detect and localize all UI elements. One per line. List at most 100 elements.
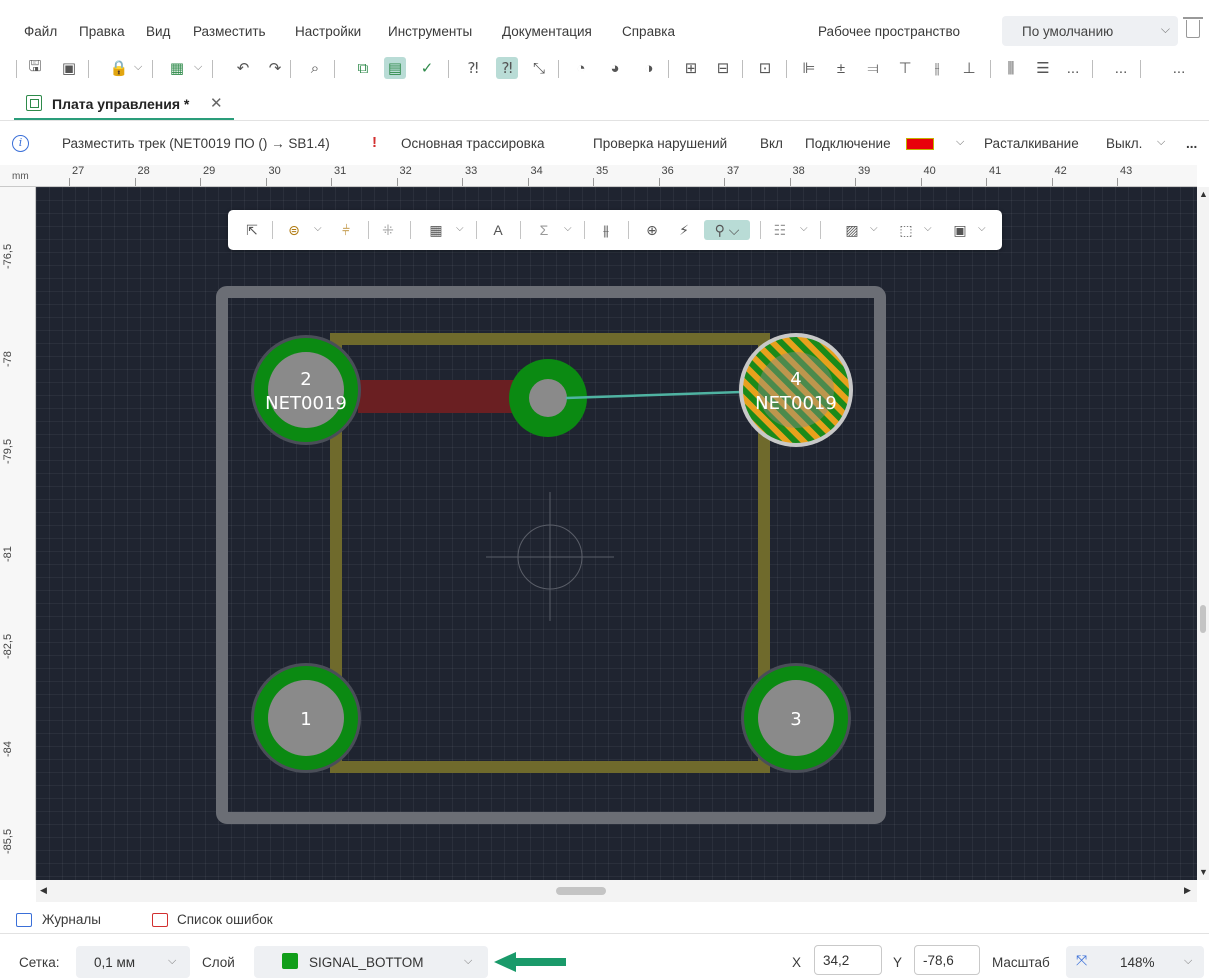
menu-tools[interactable]: Инструменты xyxy=(388,24,472,39)
connection-color-swatch[interactable] xyxy=(906,138,934,150)
shape2-icon[interactable]: ◕ xyxy=(604,57,626,79)
more-icon[interactable]: ... xyxy=(1062,57,1084,79)
fanout-icon[interactable]: ⚡ xyxy=(674,220,694,240)
routing-mode[interactable]: Основная трассировка xyxy=(401,136,545,151)
board-view-icon[interactable]: ▤ xyxy=(384,57,406,79)
ruler-unit: mm xyxy=(12,171,29,182)
component2-icon[interactable]: ⊟ xyxy=(712,57,734,79)
distribute-icon[interactable]: ⫼ xyxy=(1000,57,1022,79)
region-icon[interactable]: ⬚ xyxy=(896,220,916,240)
chevron-down-icon[interactable]: ⌵ xyxy=(456,223,464,234)
scroll-thumb[interactable] xyxy=(556,887,606,895)
board-outline-icon[interactable]: ▣ xyxy=(950,220,970,240)
align-bottom-icon[interactable]: ⊥ xyxy=(958,57,980,79)
component-icon[interactable]: ⊞ xyxy=(680,57,702,79)
tab-control-board[interactable]: Плата управления * ✕ xyxy=(14,89,234,120)
distribute2-icon[interactable]: ☰ xyxy=(1032,57,1054,79)
menu-edit[interactable]: Правка xyxy=(79,24,125,39)
layer-select[interactable]: SIGNAL_BOTTOM ⌵ xyxy=(254,946,488,978)
save-all-icon[interactable]: ▣ xyxy=(58,57,80,79)
ruler-x-tick: 32 xyxy=(399,165,412,177)
chevron-down-icon[interactable]: ⌵ xyxy=(134,61,142,74)
scroll-right-icon[interactable]: ▶ xyxy=(1184,885,1191,896)
highlight-arrow xyxy=(494,952,566,972)
chevron-down-icon[interactable]: ⌵ xyxy=(800,223,808,234)
chevron-down-icon[interactable]: ⌵ xyxy=(1157,136,1165,149)
menu-view[interactable]: Вид xyxy=(146,24,170,39)
route-icon[interactable]: ⤡ xyxy=(528,57,550,79)
align-right-icon[interactable]: ⫤ xyxy=(862,57,884,79)
push-toggle[interactable]: Выкл. xyxy=(1106,136,1142,151)
chevron-down-icon[interactable]: ⌵ xyxy=(194,61,202,74)
align-left-icon[interactable]: ⊫ xyxy=(798,57,820,79)
diff-pair-icon[interactable]: ⫩ xyxy=(336,220,356,240)
hatch-icon[interactable]: ▨ xyxy=(842,220,862,240)
x-coordinate-input[interactable]: 34,2 xyxy=(814,945,882,975)
menu-help[interactable]: Справка xyxy=(622,24,675,39)
tune-icon[interactable]: ⫵ xyxy=(596,220,616,240)
drc-toggle[interactable]: Вкл xyxy=(760,136,783,151)
chevron-down-icon[interactable]: ⌵ xyxy=(978,223,986,234)
menu-place[interactable]: Разместить xyxy=(193,24,266,39)
grid-icon[interactable]: ▦ xyxy=(166,57,188,79)
y-coordinate-input[interactable]: -78,6 xyxy=(914,945,980,975)
table-icon[interactable]: ▦ xyxy=(426,220,446,240)
ruler-x-tick: 36 xyxy=(661,165,674,177)
shape-icon[interactable]: ◔ xyxy=(570,57,592,79)
align-top-icon[interactable]: ⊤ xyxy=(894,57,916,79)
pcb-canvas[interactable]: 2 NET0019 4 NET0019 1 3 xyxy=(36,187,1197,880)
ruler-tick-mark xyxy=(134,178,136,186)
vertical-scrollbar[interactable]: ▲ ▼ xyxy=(1197,187,1209,880)
shape3-icon[interactable]: ◑ xyxy=(638,57,660,79)
drc-label: Проверка нарушений xyxy=(593,136,728,151)
trash-icon[interactable] xyxy=(1183,17,1203,38)
scroll-down-icon[interactable]: ▼ xyxy=(1199,867,1208,877)
ruler-vertical: -76,5 -78 -79,5 -81 -82,5 -84 -85,5 xyxy=(0,187,36,880)
select-icon[interactable]: ⇱ xyxy=(242,220,262,240)
zoom-value: 148% xyxy=(1120,955,1155,970)
route-icon[interactable]: ⊜ xyxy=(284,220,304,240)
drc-active-icon[interactable]: ⁈ xyxy=(496,57,518,79)
menu-file[interactable]: Файл xyxy=(24,24,57,39)
chevron-down-icon[interactable]: ⌵ xyxy=(956,136,964,149)
redo-icon[interactable]: ↷ xyxy=(264,57,286,79)
align-middle-icon[interactable]: ⫲ xyxy=(926,57,948,79)
menu-docs[interactable]: Документация xyxy=(502,24,592,39)
group-icon[interactable]: ⊡ xyxy=(754,57,776,79)
more-icon[interactable]: ... xyxy=(1110,57,1132,79)
fit-zoom-icon[interactable]: ⤧ xyxy=(1076,952,1087,969)
chevron-down-icon[interactable]: ⌵ xyxy=(314,223,322,234)
horizontal-scrollbar[interactable]: ◀ ▶ xyxy=(36,880,1197,902)
error-list-button[interactable]: Список ошибок xyxy=(177,912,273,927)
via-grid-icon[interactable]: ⁜ xyxy=(378,220,398,240)
probe-icon[interactable]: ⚲ ⌵ xyxy=(704,220,750,240)
scroll-up-icon[interactable]: ▲ xyxy=(1199,189,1208,199)
scroll-thumb[interactable] xyxy=(1200,605,1206,633)
chevron-down-icon[interactable]: ⌵ xyxy=(870,223,878,234)
scroll-left-icon[interactable]: ◀ xyxy=(40,885,47,896)
align-center-icon[interactable]: ± xyxy=(830,57,852,79)
sum-icon[interactable]: Σ xyxy=(534,220,554,240)
crosshair-icon[interactable]: ⊕ xyxy=(642,220,662,240)
more-icon[interactable]: ... xyxy=(1186,136,1197,151)
workspace-select[interactable]: По умолчанию ⌵ xyxy=(1002,16,1178,46)
lock-icon[interactable]: 🔒 xyxy=(108,57,130,79)
logs-button[interactable]: Журналы xyxy=(42,912,101,927)
x-label: X xyxy=(792,955,802,970)
drc-icon[interactable]: ⁈ xyxy=(462,57,484,79)
undo-icon[interactable]: ↶ xyxy=(232,57,254,79)
zoom-select[interactable]: ⤧ 148% ⌵ xyxy=(1066,946,1204,978)
save-icon[interactable]: 🖫 xyxy=(24,57,46,79)
more-icon[interactable]: ... xyxy=(1168,57,1190,79)
menu-settings[interactable]: Настройки xyxy=(295,24,361,39)
grid-select[interactable]: 0,1 мм ⌵ xyxy=(76,946,190,978)
check-icon[interactable]: ✓ xyxy=(416,57,438,79)
ruler-x-tick: 28 xyxy=(137,165,150,177)
close-icon[interactable]: ✕ xyxy=(210,94,223,112)
chevron-down-icon[interactable]: ⌵ xyxy=(564,223,572,234)
board-icon[interactable]: ⧉ xyxy=(352,57,374,79)
chevron-down-icon[interactable]: ⌵ xyxy=(924,223,932,234)
layers-icon[interactable]: ☷ xyxy=(770,220,790,240)
zoom-icon[interactable]: ⌕ xyxy=(304,57,326,79)
text-icon[interactable]: A xyxy=(488,220,508,240)
